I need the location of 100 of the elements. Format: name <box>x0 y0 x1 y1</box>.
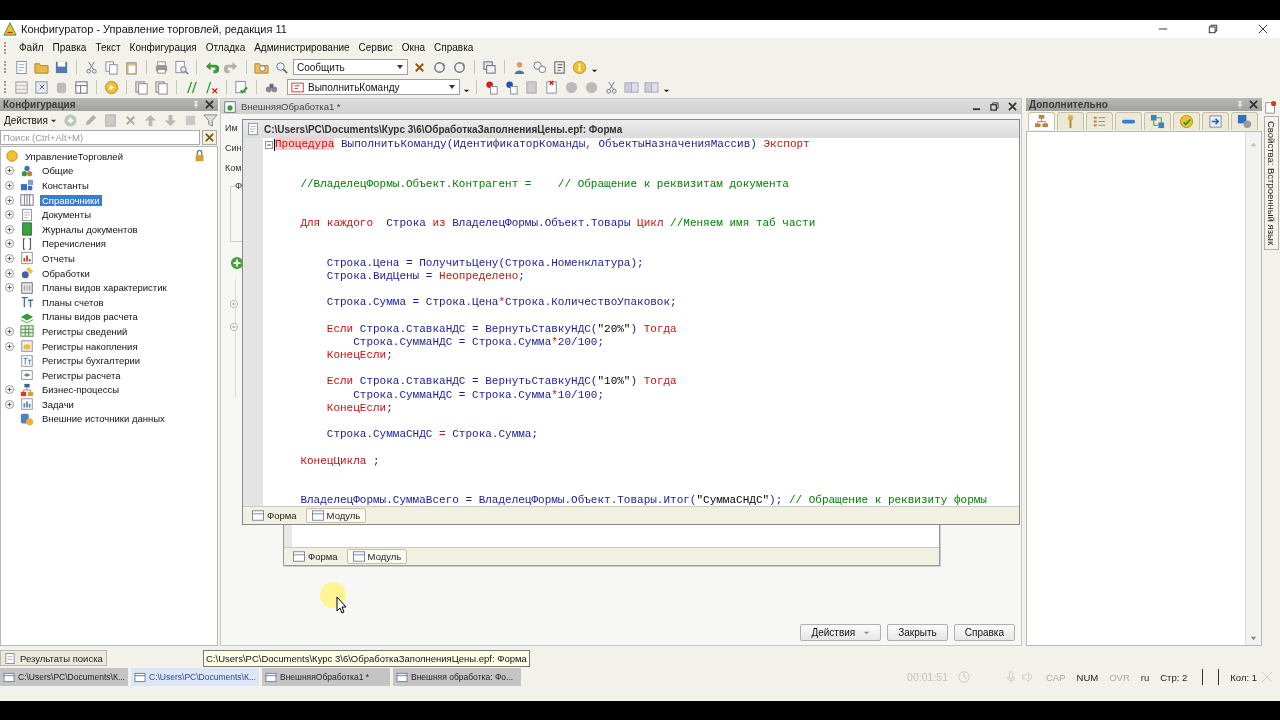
expand-icon[interactable] <box>5 253 14 263</box>
form-button[interactable]: Действия <box>800 624 882 641</box>
pin-icon[interactable] <box>193 100 199 109</box>
preview-icon[interactable] <box>174 59 189 75</box>
scissors-icon[interactable] <box>84 59 99 75</box>
tree-item[interactable]: Перечисления <box>40 238 108 250</box>
dot-page-icon[interactable] <box>484 79 499 95</box>
scroll-up-icon[interactable] <box>1249 140 1258 149</box>
panels-icon[interactable] <box>624 79 639 95</box>
expand-icon[interactable] <box>5 224 14 234</box>
figure-icon[interactable] <box>512 59 527 75</box>
search-field[interactable]: Поиск (Ctrl+Alt+M) <box>0 130 200 145</box>
menu-item[interactable]: Файл <box>19 42 44 53</box>
notebook-icon[interactable] <box>552 59 567 75</box>
tab[interactable]: Форма <box>287 549 344 564</box>
copy-icon[interactable] <box>104 59 119 75</box>
search-icon[interactable] <box>274 59 289 75</box>
windows-icon[interactable] <box>482 59 497 75</box>
form-button[interactable]: Справка <box>953 624 1015 641</box>
scrollbar[interactable] <box>1245 132 1261 645</box>
table-icon[interactable] <box>74 79 89 95</box>
expand-icon[interactable] <box>5 385 14 395</box>
expand-icon[interactable] <box>5 181 14 190</box>
dot-sheet-icon[interactable] <box>504 79 519 95</box>
window-tab[interactable]: ВнешняяОбработка1 * <box>262 668 390 686</box>
tree-item[interactable]: Внешние источники данных <box>40 413 167 425</box>
printer-icon[interactable] <box>154 59 169 75</box>
document-stack-icon[interactable] <box>134 79 149 95</box>
slash-cross-icon[interactable] <box>204 79 219 95</box>
tree-item[interactable]: УправлениеТорговлей <box>23 150 125 162</box>
icon-tab[interactable] <box>1028 112 1055 130</box>
document-stack-icon[interactable] <box>154 79 169 95</box>
tree-item[interactable]: Регистры расчета <box>40 369 123 381</box>
tab[interactable]: Модуль <box>346 549 408 564</box>
icon-tab[interactable] <box>1086 112 1113 130</box>
window-tab[interactable]: C:\Users\PC\Documents\К... <box>131 668 259 686</box>
pin-icon[interactable] <box>1237 100 1243 109</box>
tree-item[interactable]: Задачи <box>40 398 76 410</box>
expand-icon[interactable] <box>5 166 14 176</box>
search-combo[interactable]: Сообщить <box>293 59 408 75</box>
expand-icon[interactable] <box>5 239 14 249</box>
scroll-down-icon[interactable] <box>1249 634 1258 643</box>
menu-item[interactable]: Сервис <box>358 42 393 53</box>
redo-icon[interactable] <box>224 59 239 75</box>
collapse-icon[interactable] <box>230 300 238 308</box>
tree-item[interactable]: Планы видов расчета <box>40 311 140 323</box>
side-tab[interactable]: Свойства: Встроенный язык <box>1263 116 1279 251</box>
slashes-icon[interactable] <box>184 79 199 95</box>
undo-icon[interactable] <box>204 59 219 75</box>
tree-item[interactable]: Журналы документов <box>40 223 140 235</box>
icon-tab[interactable] <box>1144 112 1171 130</box>
add-icon[interactable] <box>230 256 244 270</box>
icon-tab[interactable] <box>1115 112 1142 130</box>
tab[interactable]: Форма <box>246 508 303 523</box>
restore-icon[interactable] <box>1208 24 1218 34</box>
scissors-icon[interactable] <box>604 79 619 95</box>
tree-item[interactable]: Справочники <box>40 194 102 206</box>
expand-icon[interactable] <box>5 341 14 351</box>
plus-circle-icon[interactable] <box>62 112 78 128</box>
arrow-up-icon[interactable] <box>142 112 158 128</box>
tree-item[interactable]: Отчеты <box>40 252 77 264</box>
menu-item[interactable]: Конфигурация <box>129 42 197 53</box>
menu-item[interactable]: Окна <box>401 42 426 53</box>
expand-icon[interactable] <box>5 283 14 293</box>
icon-tab[interactable] <box>1231 112 1258 130</box>
close-icon[interactable] <box>1258 24 1268 34</box>
tab[interactable]: Модуль <box>305 508 367 523</box>
icon-tab[interactable] <box>1173 112 1200 130</box>
procedure-combo[interactable]: ВыполнитьКоманду <box>287 79 460 95</box>
floppy-icon[interactable] <box>54 59 69 75</box>
tree-item[interactable]: Регистры накопления <box>40 340 140 352</box>
menu-item[interactable]: Правка <box>52 42 87 53</box>
tree-item[interactable]: Общие <box>40 165 76 177</box>
tree-item[interactable]: Константы <box>40 180 91 191</box>
play-icon[interactable] <box>104 79 119 95</box>
document-cross-icon[interactable] <box>544 79 559 95</box>
collapse-icon[interactable] <box>230 323 238 331</box>
collapse-icon[interactable] <box>264 140 273 149</box>
window-tab[interactable]: Внешняя обработка: Фо... <box>393 668 521 686</box>
tree-item[interactable]: Бизнес-процессы <box>40 384 121 396</box>
expand-icon[interactable] <box>5 195 14 205</box>
tree-item[interactable]: Обработки <box>40 267 92 279</box>
clipboard-icon[interactable] <box>124 59 139 75</box>
document-pin-icon[interactable] <box>1264 100 1278 114</box>
menu-item[interactable]: Справка <box>434 42 474 53</box>
expand-icon[interactable] <box>5 326 14 336</box>
panel-tab[interactable]: Результаты поиска <box>0 650 107 666</box>
menu-item[interactable]: Текст <box>95 42 121 53</box>
tree-item[interactable]: Планы видов характеристик <box>40 282 169 294</box>
form-button[interactable]: Закрыть <box>887 624 948 641</box>
close-icon[interactable] <box>1249 100 1258 109</box>
actions-button[interactable]: Действия <box>2 114 59 126</box>
tree-item[interactable]: Планы счетов <box>40 296 106 308</box>
document-icon[interactable] <box>14 59 29 75</box>
expand-icon[interactable] <box>5 399 14 409</box>
menu-item[interactable]: Отладка <box>205 42 246 53</box>
clear-search-button[interactable] <box>202 130 217 145</box>
restore-icon[interactable] <box>990 102 999 111</box>
tree-item[interactable]: Регистры бухгалтерии <box>40 355 143 367</box>
icon-tab[interactable] <box>1202 112 1229 130</box>
